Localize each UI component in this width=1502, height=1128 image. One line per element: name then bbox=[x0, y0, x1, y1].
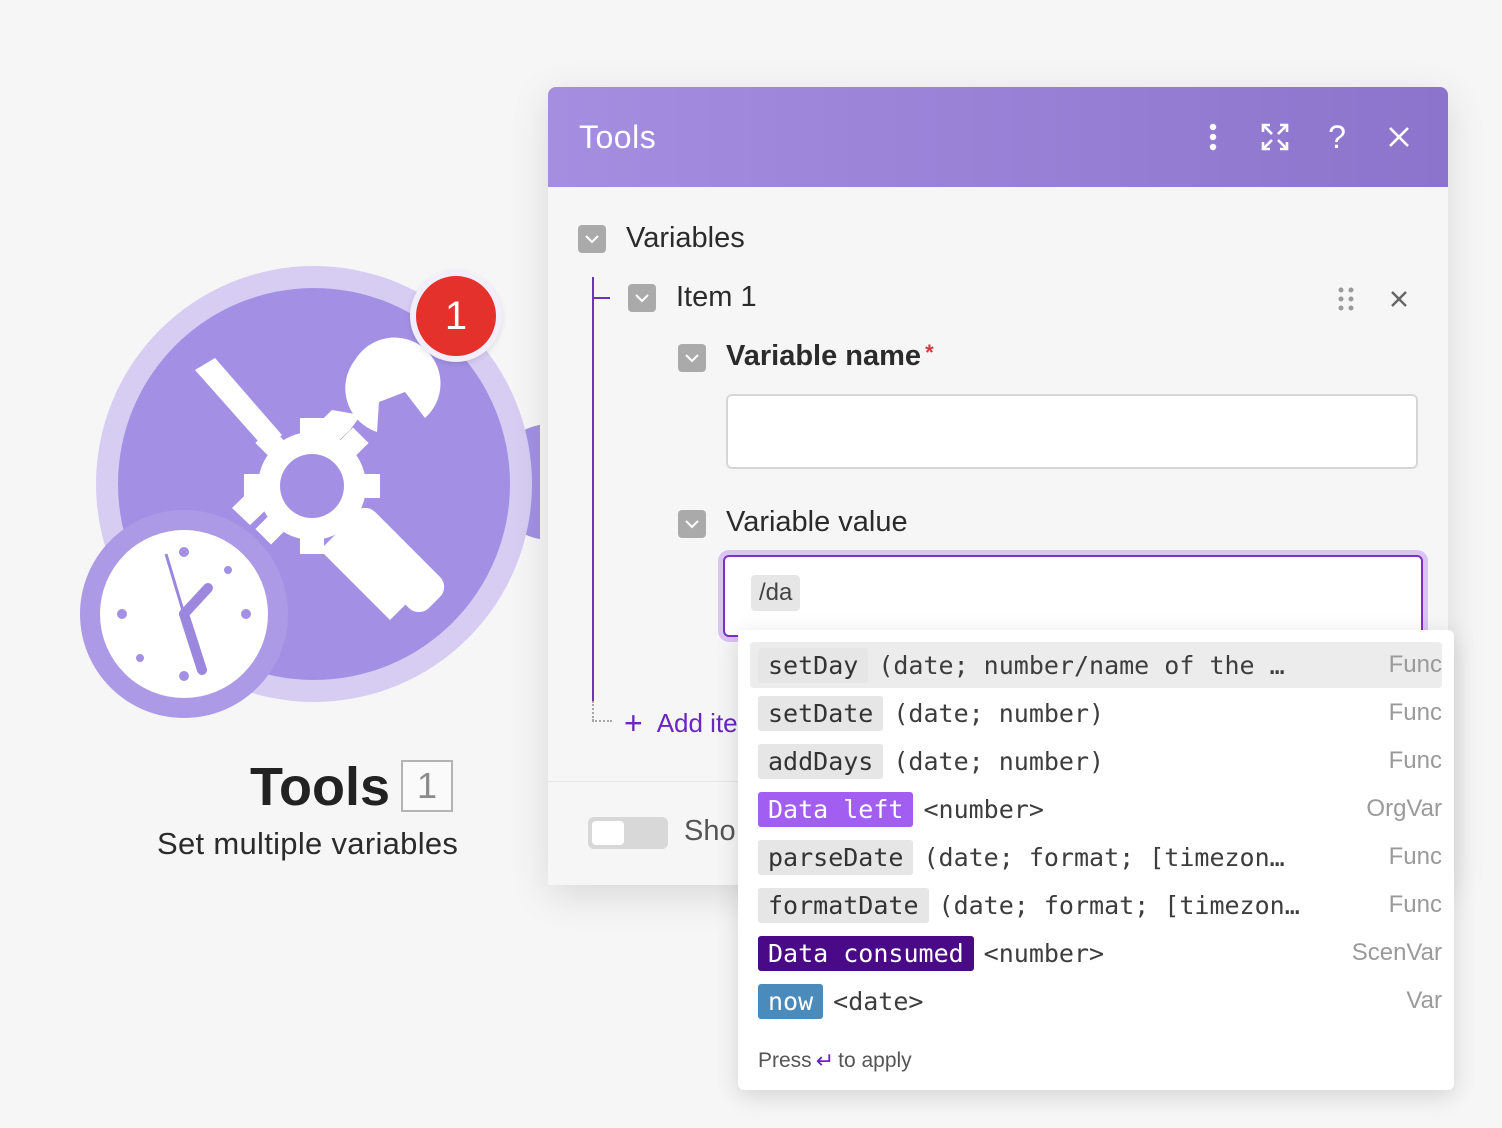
panel-header: Tools ? bbox=[548, 87, 1448, 187]
chevron-down-icon bbox=[685, 519, 699, 528]
suggestion-kind: Var bbox=[1406, 987, 1442, 1014]
close-panel-button[interactable] bbox=[1368, 106, 1430, 168]
suggestion-name: Data consumed bbox=[758, 935, 974, 971]
plus-icon: + bbox=[624, 705, 643, 741]
suggestion-signature: <date> bbox=[833, 986, 924, 1016]
autocomplete-dropdown: setDay (date; number/name of the … Func … bbox=[738, 630, 1454, 1090]
suggestion-signature: <number> bbox=[923, 794, 1044, 824]
show-advanced-label: Sho bbox=[684, 815, 736, 847]
suggestion-name: addDays bbox=[758, 743, 884, 779]
module-subtitle: Set multiple variables bbox=[157, 826, 459, 861]
add-item-label: Add ite bbox=[656, 708, 738, 738]
add-item-button[interactable]: + Add ite bbox=[624, 705, 738, 742]
suggestion-signature: <number> bbox=[983, 938, 1105, 968]
variable-name-text: Variable name bbox=[726, 340, 922, 372]
help-icon: ? bbox=[1328, 118, 1346, 155]
hint-apply: to apply bbox=[838, 1049, 912, 1072]
suggestion-name: now bbox=[758, 983, 824, 1019]
tools-module-node[interactable]: 1 Tools 1 Set multiple variables bbox=[0, 0, 560, 900]
suggestion-signature: (date; format; [timezon… bbox=[938, 890, 1300, 920]
clock-icon bbox=[80, 510, 288, 718]
panel-title: Tools bbox=[579, 118, 657, 155]
suggestion-kind: Func bbox=[1388, 747, 1442, 774]
tree-dotted-line bbox=[592, 701, 594, 721]
variable-value-token: /da bbox=[751, 575, 801, 611]
suggestion-kind: OrgVar bbox=[1366, 795, 1442, 822]
suggestion-item[interactable]: setDate (date; number) Func bbox=[750, 690, 1442, 736]
variable-value-label: Variable value bbox=[726, 506, 908, 538]
variables-label: Variables bbox=[626, 222, 745, 254]
dropdown-hint: Press ↵ to apply bbox=[758, 1048, 912, 1074]
expand-button[interactable] bbox=[1244, 106, 1306, 168]
show-advanced-toggle[interactable] bbox=[588, 817, 668, 849]
variables-collapse-toggle[interactable] bbox=[578, 225, 606, 253]
suggestion-item[interactable]: parseDate (date; format; [timezon… Func bbox=[750, 834, 1442, 880]
tree-branch bbox=[592, 297, 610, 299]
module-id-badge: 1 bbox=[401, 760, 453, 812]
variable-value-input[interactable]: /da bbox=[723, 555, 1423, 637]
variable-name-label: Variable name * bbox=[726, 340, 934, 373]
required-mark: * bbox=[925, 340, 934, 365]
hint-press: Press bbox=[758, 1049, 812, 1072]
suggestion-item[interactable]: formatDate (date; format; [timezon… Func bbox=[750, 882, 1442, 928]
chevron-down-icon bbox=[685, 353, 699, 362]
suggestion-signature: (date; number/name of the … bbox=[878, 650, 1285, 680]
suggestion-kind: Func bbox=[1388, 843, 1442, 870]
suggestion-name: parseDate bbox=[758, 839, 914, 875]
variable-name-input[interactable] bbox=[726, 394, 1418, 469]
suggestion-name: Data left bbox=[758, 791, 914, 827]
help-button[interactable]: ? bbox=[1306, 106, 1368, 168]
tree-line bbox=[592, 277, 594, 701]
suggestion-item[interactable]: addDays (date; number) Func bbox=[750, 738, 1442, 784]
more-options-button[interactable] bbox=[1182, 106, 1244, 168]
remove-item-icon[interactable] bbox=[1390, 290, 1408, 308]
variable-value-collapse-toggle[interactable] bbox=[678, 510, 706, 538]
suggestion-item[interactable]: Data left <number> OrgVar bbox=[750, 786, 1442, 832]
suggestion-signature: (date; format; [timezon… bbox=[923, 842, 1285, 872]
more-vertical-icon bbox=[1209, 123, 1217, 151]
item-collapse-toggle[interactable] bbox=[628, 284, 656, 312]
item-label: Item 1 bbox=[676, 281, 757, 313]
chevron-down-icon bbox=[585, 234, 599, 243]
tree-dotted-branch bbox=[592, 720, 612, 722]
suggestion-kind: Func bbox=[1388, 651, 1442, 678]
error-count-badge: 1 bbox=[410, 270, 502, 362]
chevron-down-icon bbox=[635, 293, 649, 302]
suggestion-item[interactable]: now <date> Var bbox=[750, 978, 1442, 1024]
suggestion-name: setDate bbox=[758, 695, 884, 731]
toggle-knob bbox=[592, 821, 624, 845]
enter-key-icon: ↵ bbox=[815, 1048, 835, 1073]
suggestion-signature: (date; number) bbox=[893, 698, 1105, 728]
suggestion-kind: Func bbox=[1388, 699, 1442, 726]
suggestion-item[interactable]: setDay (date; number/name of the … Func bbox=[750, 642, 1442, 688]
expand-icon bbox=[1261, 123, 1289, 151]
suggestion-signature: (date; number) bbox=[893, 746, 1105, 776]
close-icon bbox=[1389, 127, 1409, 147]
module-title: Tools bbox=[250, 757, 390, 817]
drag-handle-icon[interactable] bbox=[1338, 287, 1354, 311]
suggestion-item[interactable]: Data consumed <number> ScenVar bbox=[750, 930, 1442, 976]
suggestion-kind: ScenVar bbox=[1351, 939, 1442, 966]
suggestion-name: setDay bbox=[758, 647, 869, 683]
suggestion-kind: Func bbox=[1388, 891, 1442, 918]
variable-name-collapse-toggle[interactable] bbox=[678, 344, 706, 372]
suggestion-name: formatDate bbox=[758, 887, 929, 923]
